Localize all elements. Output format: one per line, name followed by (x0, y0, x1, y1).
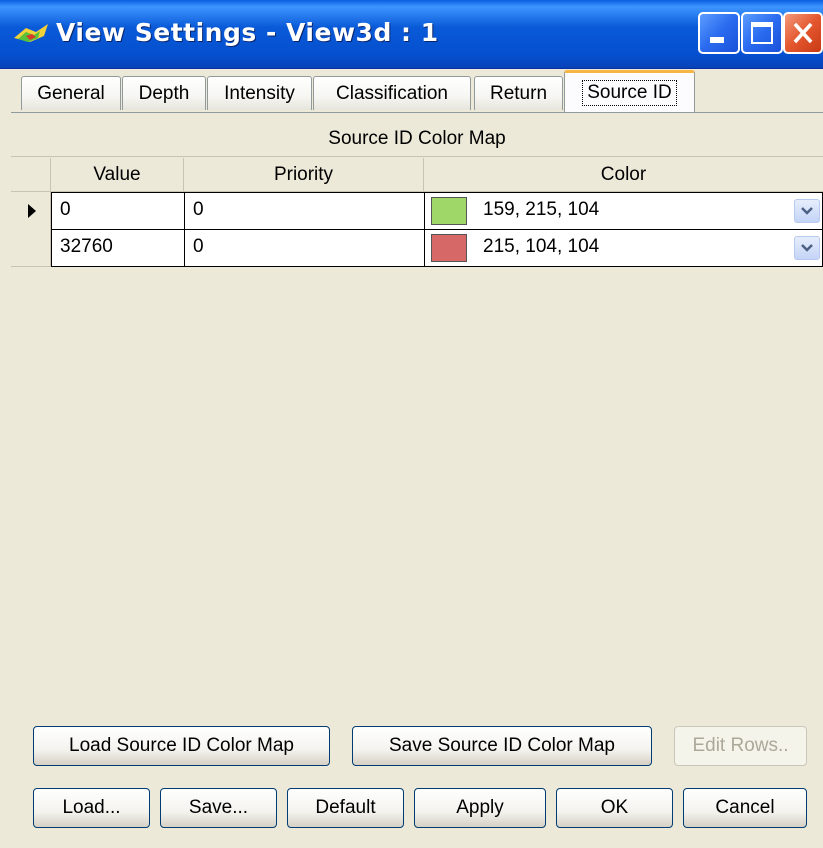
save-color-map-button[interactable]: Save Source ID Color Map (352, 726, 652, 766)
ok-button[interactable]: OK (556, 788, 673, 828)
cancel-button[interactable]: Cancel (683, 788, 807, 828)
default-button[interactable]: Default (287, 788, 404, 828)
table-row[interactable]: 32760 0 215, 104, 104 (11, 229, 823, 267)
priority-cell[interactable]: 0 (184, 192, 425, 230)
edit-rows-button[interactable]: Edit Rows.. (674, 726, 807, 766)
color-value: 215, 104, 104 (483, 236, 600, 257)
color-swatch (431, 234, 467, 262)
row-selector[interactable] (11, 192, 51, 230)
save-button[interactable]: Save... (160, 788, 277, 828)
maximize-icon (751, 22, 773, 44)
tab-source-id-label: Source ID (582, 79, 677, 106)
row-selector[interactable] (11, 229, 51, 267)
tab-classification[interactable]: Classification (313, 76, 471, 110)
maximize-button[interactable] (741, 12, 783, 54)
close-button[interactable] (783, 12, 823, 54)
minimize-button[interactable] (698, 12, 740, 54)
color-dropdown-button[interactable] (794, 199, 820, 223)
color-swatch (431, 197, 467, 225)
window-title: View Settings - View3d : 1 (56, 18, 439, 47)
tab-source-id[interactable]: Source ID (564, 70, 695, 112)
apply-button[interactable]: Apply (414, 788, 546, 828)
chevron-down-icon (801, 244, 813, 252)
tab-intensity[interactable]: Intensity (207, 76, 312, 110)
current-row-arrow-icon (28, 204, 36, 218)
tab-general[interactable]: General (21, 76, 121, 110)
load-color-map-button[interactable]: Load Source ID Color Map (33, 726, 330, 766)
title-bar[interactable]: View Settings - View3d : 1 (0, 0, 823, 69)
chevron-down-icon (801, 207, 813, 215)
value-cell[interactable]: 0 (51, 192, 185, 230)
column-header-color[interactable]: Color (424, 158, 823, 192)
close-icon (793, 22, 813, 44)
tab-strip: General Depth Intensity Classification R… (11, 70, 823, 113)
table-row[interactable]: 0 0 159, 215, 104 (11, 192, 823, 230)
minimize-icon (710, 37, 724, 43)
value-cell[interactable]: 32760 (51, 229, 185, 267)
color-cell[interactable]: 159, 215, 104 (424, 192, 823, 230)
terrain-icon (14, 24, 48, 42)
color-value: 159, 215, 104 (483, 199, 600, 220)
load-button[interactable]: Load... (33, 788, 150, 828)
column-header-priority[interactable]: Priority (184, 158, 424, 192)
section-title: Source ID Color Map (11, 122, 823, 157)
priority-cell[interactable]: 0 (184, 229, 425, 267)
color-dropdown-button[interactable] (794, 236, 820, 260)
row-header-corner (11, 158, 51, 192)
tab-return[interactable]: Return (474, 76, 563, 110)
column-header-value[interactable]: Value (51, 158, 184, 192)
tab-depth[interactable]: Depth (122, 76, 206, 110)
color-cell[interactable]: 215, 104, 104 (424, 229, 823, 267)
